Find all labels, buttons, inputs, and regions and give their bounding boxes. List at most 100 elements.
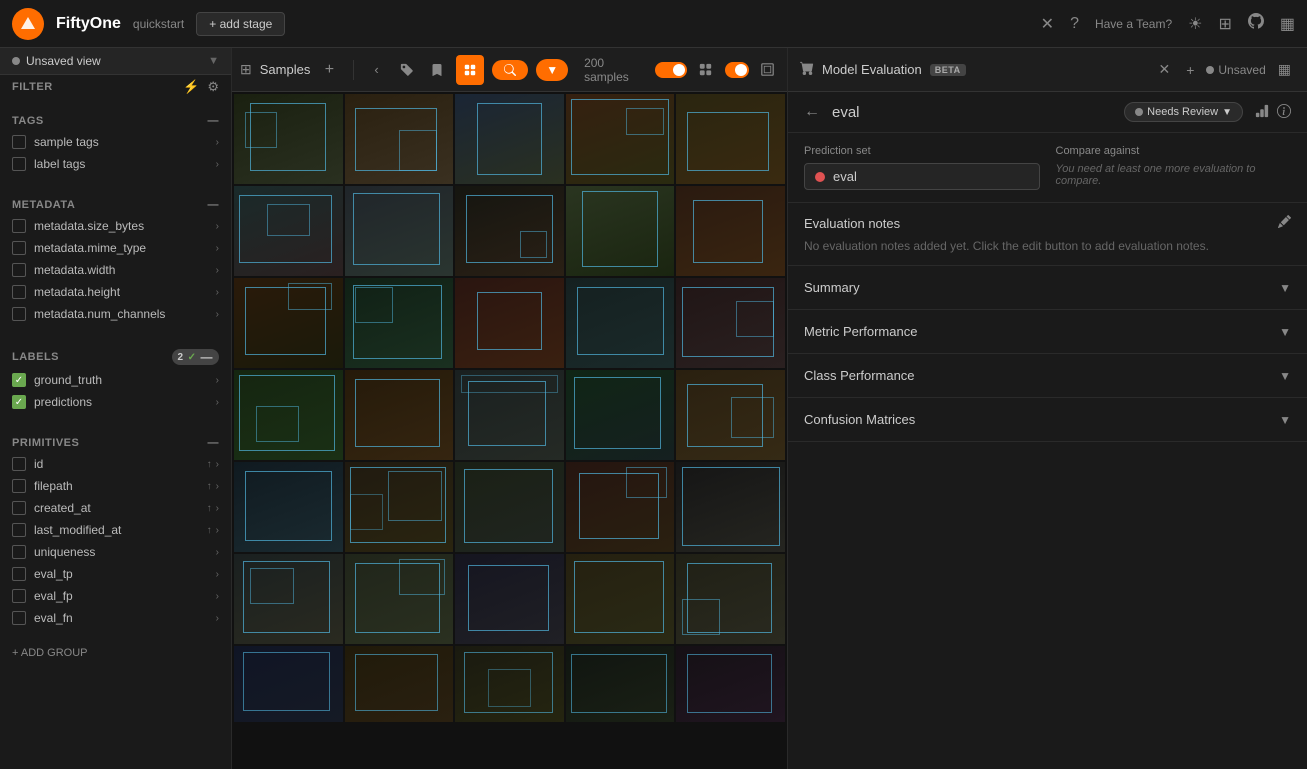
eval-fp-checkbox[interactable] — [12, 589, 26, 603]
sidebar-item-created-at[interactable]: created_at ↑ › — [0, 497, 231, 519]
grid-image[interactable] — [234, 554, 343, 644]
confusion-matrices-header[interactable]: Confusion Matrices ▼ — [788, 398, 1307, 441]
grid-image[interactable] — [345, 370, 454, 460]
add-group-button[interactable]: + ADD GROUP — [0, 637, 231, 669]
sidebar-item-id[interactable]: id ↑ › — [0, 453, 231, 475]
grid-image[interactable] — [345, 554, 454, 644]
view-grid-button[interactable]: ▦ — [1274, 57, 1295, 82]
filter-dropdown-button[interactable]: ▼ — [536, 59, 568, 81]
close-icon[interactable]: ✕ — [1041, 14, 1054, 34]
grid-icon[interactable]: ⊞ — [1218, 14, 1231, 34]
progress-toggle-track[interactable] — [655, 62, 687, 78]
sidebar-item-label-tags[interactable]: label tags › — [0, 153, 231, 175]
sidebar-item-filepath[interactable]: filepath ↑ › — [0, 475, 231, 497]
eval-fn-checkbox[interactable] — [12, 611, 26, 625]
grid-image[interactable] — [676, 94, 785, 184]
sidebar-item-mime-type[interactable]: metadata.mime_type › — [0, 237, 231, 259]
grid-image[interactable] — [566, 554, 675, 644]
grid-layout-button[interactable] — [695, 55, 717, 85]
sidebar-item-size-bytes[interactable]: metadata.size_bytes › — [0, 215, 231, 237]
settings-icon[interactable]: ⚙ — [207, 79, 219, 95]
eval-add-button[interactable]: + — [1182, 58, 1198, 82]
height-checkbox[interactable] — [12, 285, 26, 299]
last-modified-checkbox[interactable] — [12, 523, 26, 537]
grid-image[interactable] — [345, 278, 454, 368]
grid-image[interactable] — [676, 370, 785, 460]
sidebar-item-eval-fn[interactable]: eval_fn › — [0, 607, 231, 629]
created-at-checkbox[interactable] — [12, 501, 26, 515]
grid-image[interactable] — [676, 646, 785, 722]
grid-image[interactable] — [676, 186, 785, 276]
grid-image[interactable] — [345, 462, 454, 552]
grid-image[interactable] — [234, 186, 343, 276]
grid-image[interactable] — [455, 646, 564, 722]
sidebar-item-ground-truth[interactable]: ✓ ground_truth › — [0, 369, 231, 391]
bookmark-button[interactable] — [426, 55, 448, 85]
back-button[interactable]: ‹ — [365, 55, 387, 85]
info-icon[interactable] — [1277, 104, 1291, 121]
labels-minus[interactable]: — — [201, 350, 214, 364]
grid-image[interactable] — [566, 646, 675, 722]
grid-image[interactable] — [566, 94, 675, 184]
sidebar-item-last-modified[interactable]: last_modified_at ↑ › — [0, 519, 231, 541]
grid-image[interactable] — [455, 94, 564, 184]
grid-image[interactable] — [345, 646, 454, 722]
grid-image[interactable] — [234, 278, 343, 368]
grid-image[interactable] — [676, 278, 785, 368]
id-checkbox[interactable] — [12, 457, 26, 471]
sidebar-item-uniqueness[interactable]: uniqueness › — [0, 541, 231, 563]
size-bytes-checkbox[interactable] — [12, 219, 26, 233]
sidebar-item-predictions[interactable]: ✓ predictions › — [0, 391, 231, 413]
filepath-checkbox[interactable] — [12, 479, 26, 493]
sample-tags-checkbox[interactable] — [12, 135, 26, 149]
predictions-checkbox[interactable]: ✓ — [12, 395, 26, 409]
eval-close-button[interactable]: ✕ — [1154, 57, 1174, 82]
tags-collapse[interactable]: — — [208, 115, 220, 127]
grid-image[interactable] — [455, 186, 564, 276]
sidebar-toggle-icon[interactable]: ▦ — [1280, 14, 1295, 34]
grid-image[interactable] — [234, 370, 343, 460]
sidebar-item-height[interactable]: metadata.height › — [0, 281, 231, 303]
sun-icon[interactable]: ☀ — [1188, 14, 1202, 34]
num-channels-checkbox[interactable] — [12, 307, 26, 321]
grid-image[interactable] — [455, 278, 564, 368]
uniqueness-checkbox[interactable] — [12, 545, 26, 559]
search-button[interactable] — [492, 60, 528, 80]
sidebar-item-width[interactable]: metadata.width › — [0, 259, 231, 281]
view-selector[interactable]: Unsaved view ▼ — [0, 48, 231, 75]
grid-image[interactable] — [345, 94, 454, 184]
mime-type-checkbox[interactable] — [12, 241, 26, 255]
grid-image[interactable] — [234, 94, 343, 184]
grid-image[interactable] — [234, 646, 343, 722]
sidebar-item-eval-tp[interactable]: eval_tp › — [0, 563, 231, 585]
class-performance-header[interactable]: Class Performance ▼ — [788, 354, 1307, 397]
grid-image[interactable] — [566, 278, 675, 368]
frame-button[interactable] — [757, 55, 779, 85]
grid-image[interactable] — [455, 554, 564, 644]
help-icon[interactable]: ? — [1070, 15, 1079, 33]
grid-image[interactable] — [455, 370, 564, 460]
team-link[interactable]: Have a Team? — [1095, 17, 1172, 31]
ground-truth-checkbox[interactable]: ✓ — [12, 373, 26, 387]
grid-image[interactable] — [676, 554, 785, 644]
needs-review-status[interactable]: Needs Review ▼ — [1124, 102, 1243, 122]
grid-image[interactable] — [566, 186, 675, 276]
add-tab-button[interactable]: + — [318, 55, 340, 85]
lightning-icon[interactable]: ⚡ — [183, 79, 199, 95]
chart-icon[interactable] — [1255, 104, 1269, 121]
eval-tp-checkbox[interactable] — [12, 567, 26, 581]
add-stage-button[interactable]: + add stage — [196, 12, 285, 36]
tag-button[interactable] — [396, 55, 418, 85]
sidebar-item-eval-fp[interactable]: eval_fp › — [0, 585, 231, 607]
grid-image[interactable] — [345, 186, 454, 276]
label-tags-checkbox[interactable] — [12, 157, 26, 171]
grid-image[interactable] — [234, 462, 343, 552]
grid-view-button[interactable] — [456, 55, 484, 85]
sidebar-item-num-channels[interactable]: metadata.num_channels › — [0, 303, 231, 325]
width-checkbox[interactable] — [12, 263, 26, 277]
metric-performance-header[interactable]: Metric Performance ▼ — [788, 310, 1307, 353]
eval-back-button[interactable]: ← — [804, 103, 820, 121]
github-icon[interactable] — [1248, 13, 1264, 34]
grid-image[interactable] — [676, 462, 785, 552]
summary-header[interactable]: Summary ▼ — [788, 266, 1307, 309]
